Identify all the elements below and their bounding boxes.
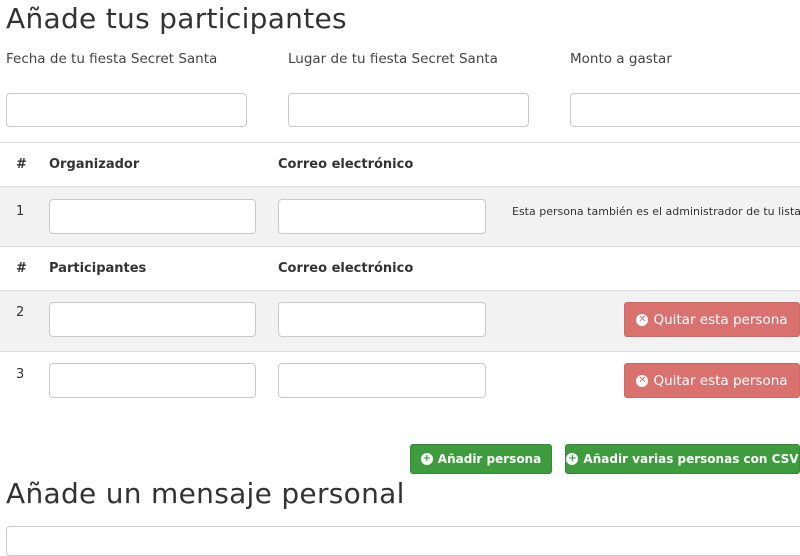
participants-col-num: # bbox=[16, 261, 27, 276]
party-place-label: Lugar de tu fiesta Secret Santa bbox=[288, 51, 498, 67]
participants-col-email: Correo electrónico bbox=[278, 261, 414, 276]
page-title: Añade tus participantes bbox=[6, 2, 347, 35]
personal-message-textarea[interactable] bbox=[6, 526, 800, 556]
add-person-button[interactable]: + Añadir persona bbox=[410, 444, 552, 474]
party-amount-label: Monto a gastar bbox=[570, 51, 672, 67]
organizer-admin-note: Esta persona también es el administrador… bbox=[512, 205, 800, 218]
add-csv-button[interactable]: + Añadir varias personas con CSV bbox=[565, 444, 800, 474]
table-divider bbox=[0, 142, 800, 143]
add-person-label: Añadir persona bbox=[437, 452, 542, 466]
party-place-input[interactable] bbox=[288, 93, 529, 127]
table-divider bbox=[0, 351, 800, 352]
organizer-name-input[interactable] bbox=[49, 199, 256, 234]
participant-name-input[interactable] bbox=[49, 363, 256, 398]
organizer-email-input[interactable] bbox=[278, 199, 486, 234]
table-divider bbox=[0, 246, 800, 247]
organizer-col-name: Organizador bbox=[49, 157, 140, 172]
organizer-row-number: 1 bbox=[16, 204, 25, 219]
times-circle-icon: ✕ bbox=[636, 374, 649, 387]
participants-col-name: Participantes bbox=[49, 261, 147, 276]
participant-email-input[interactable] bbox=[278, 302, 486, 337]
participant-email-input[interactable] bbox=[278, 363, 486, 398]
party-date-input[interactable] bbox=[6, 93, 247, 127]
plus-circle-icon: + bbox=[420, 453, 433, 465]
times-circle-icon: ✕ bbox=[636, 313, 649, 326]
remove-person-button[interactable]: ✕ Quitar esta persona bbox=[624, 302, 800, 337]
participant-row-number: 2 bbox=[16, 305, 25, 320]
add-csv-label: Añadir varias personas con CSV bbox=[583, 452, 799, 466]
remove-person-label: Quitar esta persona bbox=[653, 372, 788, 389]
party-date-label: Fecha de tu fiesta Secret Santa bbox=[6, 51, 218, 67]
participant-row-number: 3 bbox=[16, 367, 25, 382]
plus-circle-icon: + bbox=[566, 453, 579, 465]
organizer-col-num: # bbox=[16, 157, 27, 172]
message-section-title: Añade un mensaje personal bbox=[6, 477, 405, 510]
remove-person-button[interactable]: ✕ Quitar esta persona bbox=[624, 363, 800, 398]
remove-person-label: Quitar esta persona bbox=[653, 311, 788, 328]
organizer-col-email: Correo electrónico bbox=[278, 157, 414, 172]
party-amount-input[interactable] bbox=[570, 93, 800, 127]
participant-name-input[interactable] bbox=[49, 302, 256, 337]
